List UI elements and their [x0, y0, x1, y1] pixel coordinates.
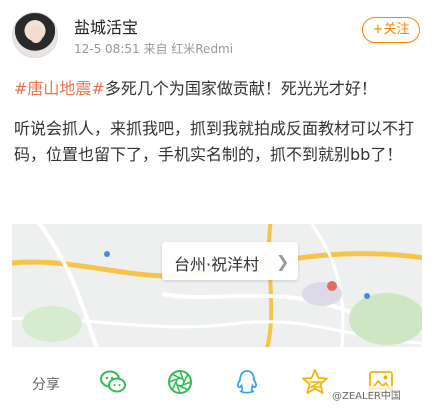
moments-icon[interactable] [165, 367, 195, 397]
user-name[interactable]: 盐城活宝 [74, 14, 138, 38]
chevron-right-icon: ❯ [276, 252, 290, 271]
post-paragraph: 听说会抓人，来抓我吧，抓到我就拍成反面教材可以不打码，位置也留下了，手机实名制的… [14, 119, 415, 164]
share-label: 分享 [32, 377, 60, 393]
avatar[interactable] [12, 12, 58, 58]
hashtag-link[interactable]: #唐山地震# [14, 79, 105, 98]
qzone-icon[interactable] [300, 367, 330, 397]
post-body: #唐山地震#多死几个为国家做贡献！死光光才好！ 听说会抓人，来抓我吧，抓到我就拍… [14, 76, 424, 168]
wechat-icon[interactable] [98, 367, 128, 397]
post-header: 盐城活宝 12-5 08:51 来自 红米Redmi +关注 [0, 0, 435, 70]
post-meta: 12-5 08:51 来自 红米Redmi [74, 42, 234, 56]
follow-button[interactable]: +关注 [362, 17, 420, 43]
location-pill[interactable]: 台州·祝洋村 ❯ [162, 242, 298, 280]
post-text: 多死几个为国家做贡献！死光光才好！ [104, 79, 377, 98]
post-line-1: #唐山地震#多死几个为国家做贡献！死光光才好！ [14, 76, 424, 102]
watermark: @ZEALER中国 [330, 386, 403, 403]
map-card[interactable]: 台州·祝洋村 ❯ [12, 224, 422, 347]
location-label: 台州·祝洋村 [174, 255, 260, 274]
qq-icon[interactable] [232, 367, 262, 397]
